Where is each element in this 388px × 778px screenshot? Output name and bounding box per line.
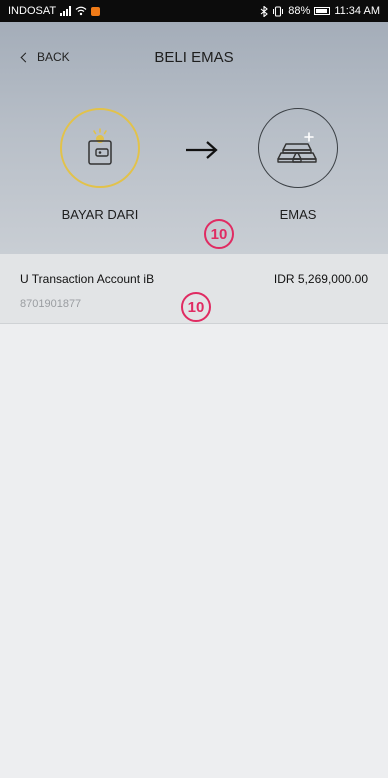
arrow-right-icon <box>186 141 218 159</box>
clock: 11:34 AM <box>334 5 380 17</box>
account-name: U Transaction Account iB <box>20 272 155 286</box>
battery-percentage: 88% <box>288 5 311 17</box>
gold-bars-icon <box>277 132 317 163</box>
notification-icon <box>91 6 101 16</box>
gold-label: EMAS <box>279 207 317 222</box>
bluetooth-icon <box>260 5 269 17</box>
status-bar: INDOSAT 88% 11:34 AM <box>0 0 388 22</box>
account-balance: IDR 5,269,000.00 <box>273 272 368 286</box>
carrier-name: INDOSAT <box>8 5 57 17</box>
vibrate-icon <box>273 5 284 17</box>
empty-content-area <box>0 325 388 778</box>
header: BACK BELI EMAS BAYAR DARI EMAS <box>0 22 388 254</box>
annotation-badge: 10 <box>181 292 211 322</box>
wallet-icon <box>88 128 112 165</box>
battery-icon <box>314 7 331 15</box>
account-number: 8701901877 <box>20 298 82 310</box>
annotation-badge: 10 <box>204 219 234 249</box>
signal-icon <box>60 6 72 16</box>
page-title: BELI EMAS <box>154 49 234 66</box>
wifi-icon <box>75 6 87 16</box>
pay-from-label: BAYAR DARI <box>61 207 139 222</box>
pay-from-selector[interactable] <box>60 108 140 188</box>
gold-destination[interactable] <box>258 108 338 188</box>
